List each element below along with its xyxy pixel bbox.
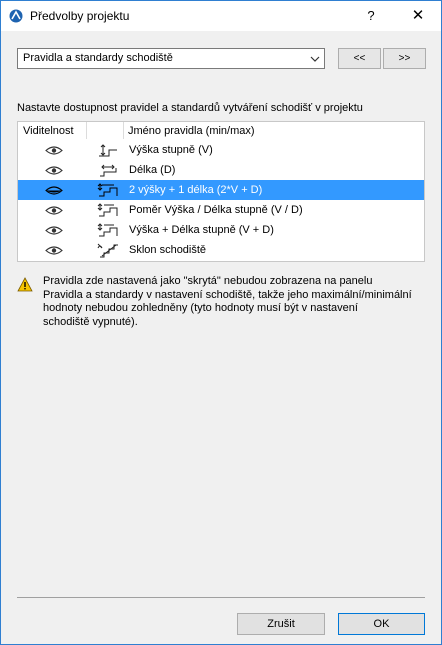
table-row[interactable]: Výška + Délka stupně (V + D) xyxy=(18,220,424,240)
table-row[interactable]: Délka (D) xyxy=(18,160,424,180)
rule-name: 2 výšky + 1 délka (2*V + D) xyxy=(129,184,263,196)
eye-closed-icon[interactable] xyxy=(45,185,63,196)
close-button[interactable]: ✕ xyxy=(401,5,435,27)
title-bar: Předvolby projektu ? ✕ xyxy=(1,1,441,31)
eye-icon[interactable] xyxy=(45,225,63,236)
footer-divider xyxy=(17,597,425,598)
table-row[interactable]: Výška stupně (V) xyxy=(18,140,424,160)
rule-name: Výška + Délka stupně (V + D) xyxy=(129,224,274,236)
column-divider xyxy=(86,122,87,139)
column-header-visibility[interactable]: Viditelnost xyxy=(23,125,74,137)
rule-name: Poměr Výška / Délka stupně (V / D) xyxy=(129,204,303,216)
table-row[interactable]: Sklon schodiště xyxy=(18,240,424,260)
eye-icon[interactable] xyxy=(45,245,63,256)
window-title: Předvolby projektu xyxy=(30,9,130,23)
ok-button[interactable]: OK xyxy=(338,613,425,635)
instruction-text: Nastavte dostupnost pravidel a standardů… xyxy=(17,102,363,114)
warning-line: schodiště vypnuté). xyxy=(43,315,138,328)
riser-tread-ratio-icon xyxy=(97,203,118,217)
warning-line: hodnoty nebudou zohledněny (tyto hodnoty… xyxy=(43,302,358,314)
warning-line: Pravidla zde nastavená jako "skrytá" neb… xyxy=(43,275,373,287)
eye-icon[interactable] xyxy=(45,145,63,156)
riser-height-icon xyxy=(99,144,117,157)
riser-plus-tread-icon xyxy=(97,223,118,237)
step-formula-icon xyxy=(97,183,118,197)
rule-name: Sklon schodiště xyxy=(129,244,207,256)
dropdown-value: Pravidla a standardy schodiště xyxy=(23,52,173,64)
previous-page-button[interactable]: << xyxy=(338,48,381,69)
eye-icon[interactable] xyxy=(45,205,63,216)
app-icon xyxy=(9,9,23,23)
rule-name: Délka (D) xyxy=(129,164,176,176)
cancel-button[interactable]: Zrušit xyxy=(237,613,325,635)
rule-name: Výška stupně (V) xyxy=(129,144,213,156)
stair-slope-icon xyxy=(97,243,118,258)
warning-message: Pravidla zde nastavená jako "skrytá" neb… xyxy=(43,275,428,329)
rules-table: Viditelnost Jméno pravidla (min/max) Výš… xyxy=(17,121,425,262)
help-button[interactable]: ? xyxy=(356,5,386,27)
eye-icon[interactable] xyxy=(45,165,63,176)
table-header: Viditelnost Jméno pravidla (min/max) xyxy=(18,122,424,139)
next-page-button[interactable]: >> xyxy=(383,48,426,69)
table-row[interactable]: 2 výšky + 1 délka (2*V + D) xyxy=(18,180,424,200)
tread-length-icon xyxy=(100,164,117,177)
warning-line: Pravidla a standardy v nastavení schodiš… xyxy=(43,288,412,301)
warning-icon xyxy=(17,277,33,292)
column-divider xyxy=(123,122,124,139)
chevron-down-icon xyxy=(310,56,320,62)
preferences-dialog: Předvolby projektu ? ✕ Pravidla a standa… xyxy=(0,0,442,645)
column-header-rule-name[interactable]: Jméno pravidla (min/max) xyxy=(128,125,255,137)
table-row[interactable]: Poměr Výška / Délka stupně (V / D) xyxy=(18,200,424,220)
settings-page-dropdown[interactable]: Pravidla a standardy schodiště xyxy=(17,48,325,69)
